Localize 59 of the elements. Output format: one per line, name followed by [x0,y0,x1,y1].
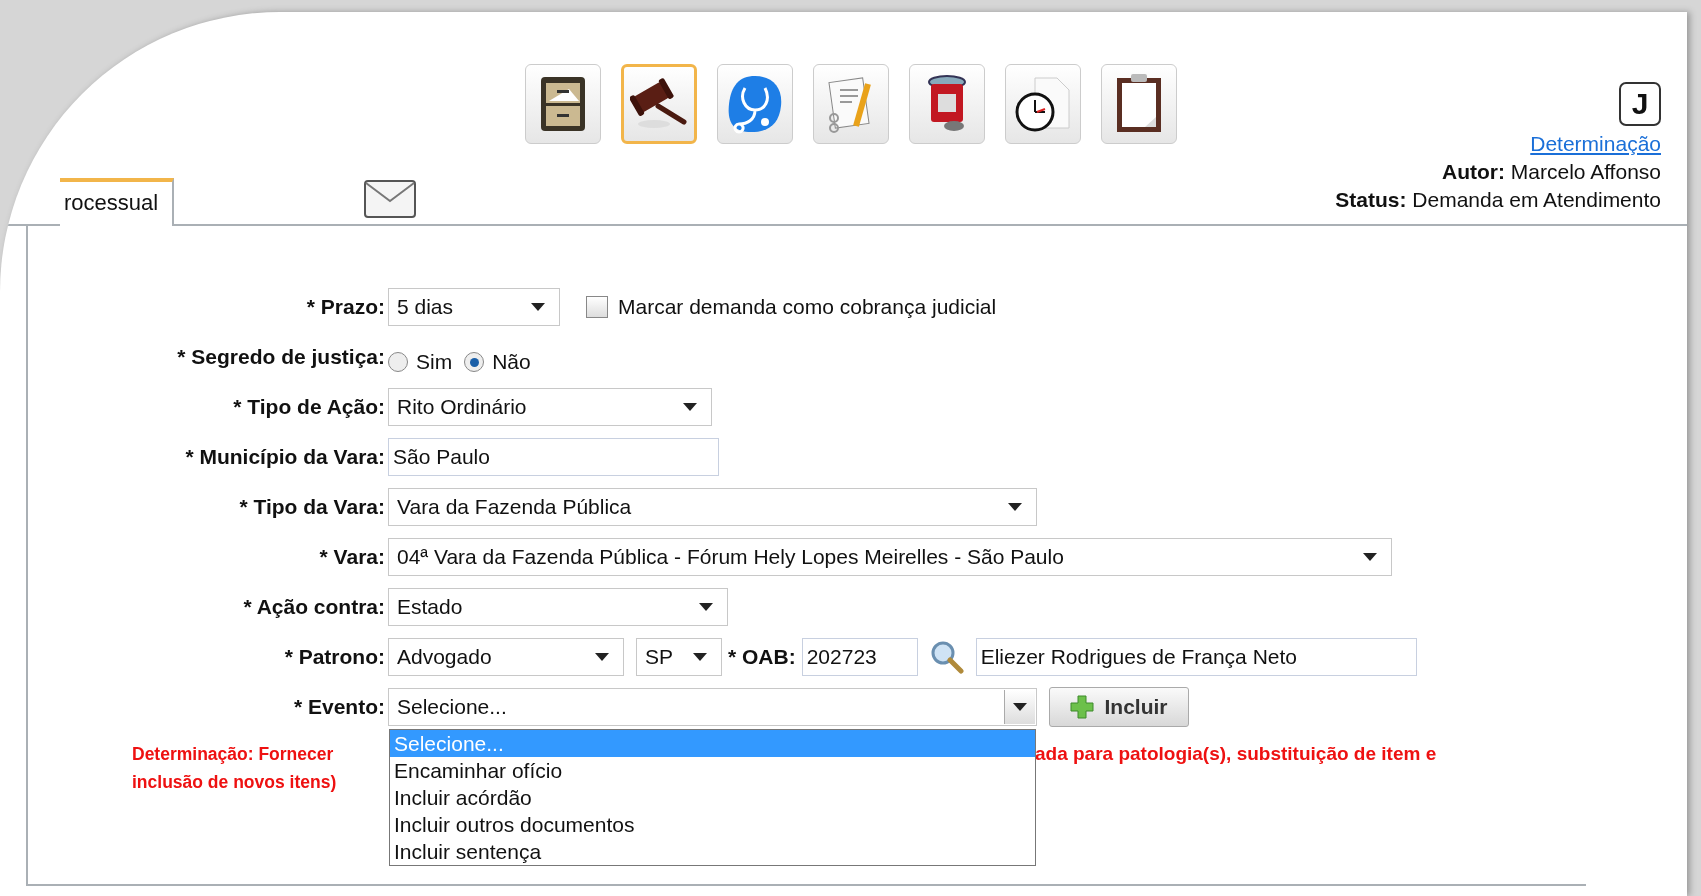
toolbar-button[interactable] [909,64,985,144]
dropdown-option[interactable]: Incluir outros documentos [390,811,1035,838]
toolbar-button[interactable] [525,64,601,144]
author-text: Autor: Marcelo Affonso [1441,159,1661,185]
radio-label: Não [492,350,531,374]
field-label: * Segredo de justiça: [176,345,385,369]
radio-label: Sim [416,350,453,374]
dropdown[interactable]: Rito Ordinário [388,388,712,426]
toolbar-button[interactable] [1101,64,1177,144]
checkbox[interactable] [586,296,608,318]
caret-icon [595,653,609,661]
gavel-icon [630,78,688,130]
caret-icon [1008,503,1022,511]
field-label: * Evento: [293,695,385,719]
field-label: * Vara: [318,545,385,569]
clock-document-icon [1013,74,1073,134]
error-message: inclusão de novos itens) [132,771,338,794]
status-text: Status: Demanda em Atendimento [1335,187,1661,213]
envelope-icon[interactable] [364,180,417,218]
text-field[interactable]: 202723 [801,638,918,676]
dropdown[interactable]: Vara da Fazenda Pública [388,488,1037,526]
field-label: * OAB: [728,645,796,669]
include-button[interactable]: Incluir [1049,687,1189,727]
caret-icon [1013,703,1027,711]
field-label: * Patrono: [283,645,385,669]
field-label: * Ação contra: [242,595,385,619]
error-message: ada para patologia(s), substituição de item e [1035,742,1437,766]
dropdown[interactable]: 04ª Vara da Fazenda Pública - Fórum Hely Lopes Meirelles - São Paulo [388,538,1392,576]
field-label: * Tipo de Ação: [232,395,385,419]
toolbar-button[interactable] [1005,64,1081,144]
plus-icon [1070,695,1095,719]
clipboard-icon [1115,74,1163,134]
badge: J [1619,82,1661,126]
text-field[interactable]: São Paulo [388,438,719,476]
toolbar-button[interactable] [621,64,697,144]
radio-button[interactable] [464,352,485,372]
caret-icon [683,403,697,411]
dropdown[interactable]: Estado [388,588,728,626]
dropdown-option[interactable]: Encaminhar ofício [390,757,1035,784]
determination-link[interactable]: Determinação [1530,130,1661,158]
dropdown-option[interactable]: Incluir acórdão [390,784,1035,811]
radio-button[interactable] [388,352,408,372]
state-dropdown[interactable]: SP [636,638,722,676]
search-icon[interactable] [929,640,964,674]
caret-icon [531,303,545,311]
caret-icon [699,603,713,611]
tab[interactable]: rocessual [60,178,175,226]
text-field[interactable]: Eliezer Rodrigues de França Neto [975,638,1417,676]
field-label: * Município da Vara: [184,445,385,469]
field-label: * Prazo: [305,295,385,319]
checkbox-label: Marcar demanda como cobrança judicial [618,295,997,319]
caret-icon [693,653,707,661]
field-label: * Tipo da Vara: [238,495,385,519]
dropdown-option[interactable]: Incluir sentença [390,838,1035,865]
dropdown-button[interactable] [1004,690,1035,724]
dropdown[interactable]: Advogado [388,638,624,676]
dropdown[interactable]: 5 dias [388,288,560,326]
caret-icon [1363,553,1377,561]
error-message: Determinação: Fornecer [132,743,335,766]
